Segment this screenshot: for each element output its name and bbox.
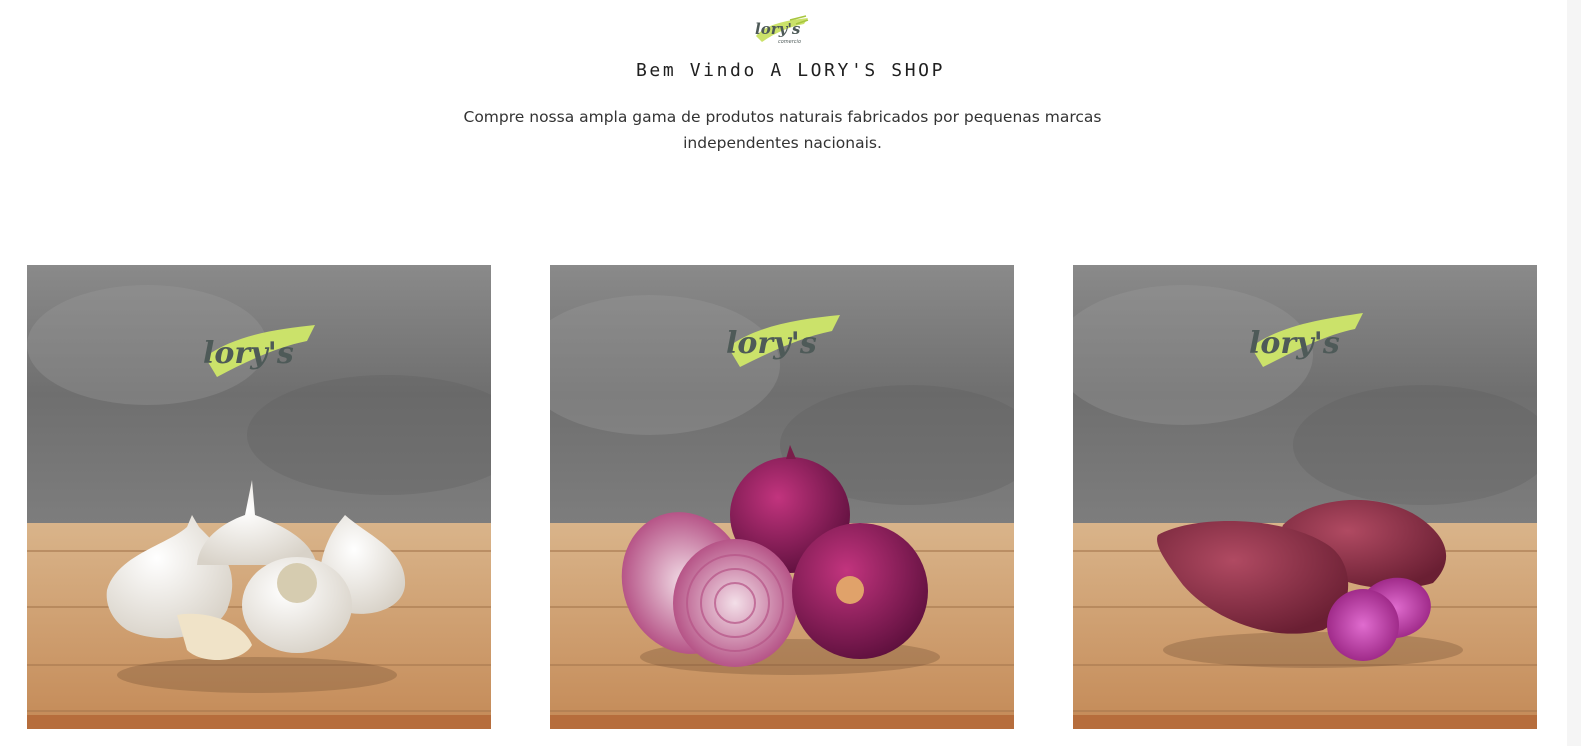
- page-scrollbar[interactable]: [1567, 0, 1581, 746]
- lorys-logo[interactable]: lory's comercio: [752, 14, 810, 46]
- logo-text: lory's: [755, 20, 801, 38]
- logo-subtext: comercio: [778, 39, 801, 45]
- svg-text:lory's: lory's: [726, 326, 817, 361]
- svg-text:lory's: lory's: [1249, 326, 1340, 361]
- product-card-garlic[interactable]: lory's: [27, 265, 491, 729]
- garlic-image: lory's: [27, 265, 491, 729]
- product-card-sweet-potato[interactable]: lory's: [1073, 265, 1537, 729]
- red-onion-image: lory's: [550, 265, 1014, 729]
- sweet-potato-image: lory's: [1073, 265, 1537, 729]
- product-card-red-onion[interactable]: lory's: [550, 265, 1014, 729]
- welcome-title: Bem Vindo A LORY'S SHOP: [635, 60, 946, 81]
- svg-text:lory's: lory's: [203, 336, 294, 371]
- welcome-description: Compre nossa ampla gama de produtos natu…: [463, 108, 1102, 152]
